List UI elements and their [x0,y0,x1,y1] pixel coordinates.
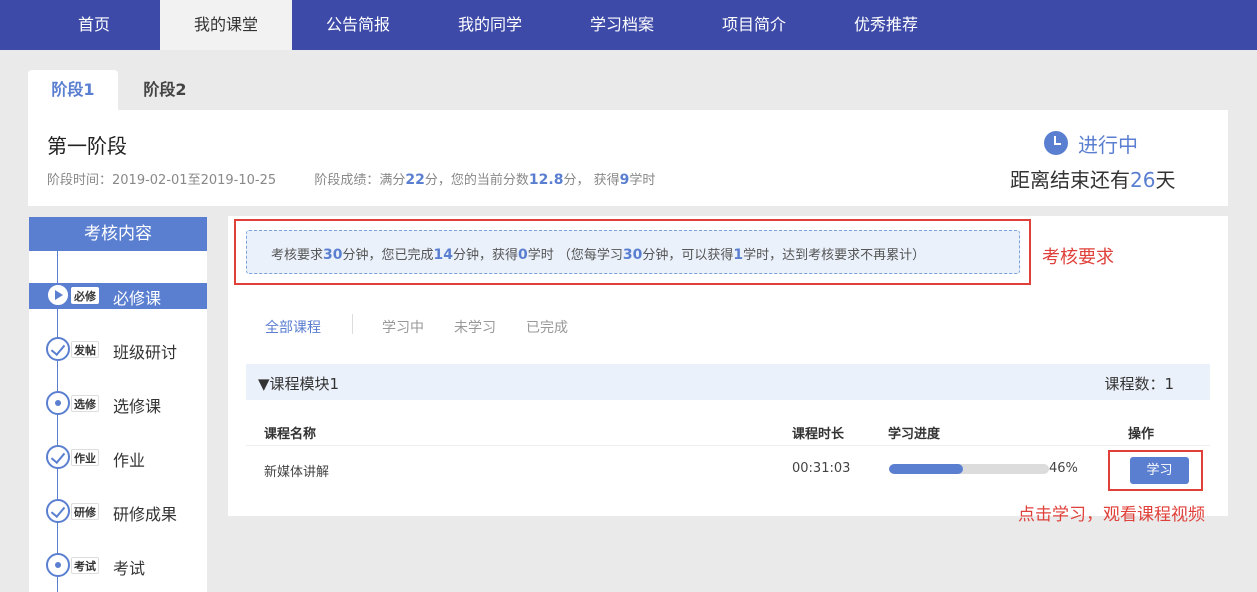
tab-stage-1[interactable]: 阶段1 [28,70,118,110]
stage-status-text: 进行中 [1078,132,1138,157]
nav-item-my-classroom[interactable]: 我的课堂 [160,0,292,50]
stage-countdown: 距离结束还有26天 [1010,164,1175,193]
filter-all-courses[interactable]: 全部课程 [265,317,321,337]
sidebar-item-class-discussion[interactable]: 发帖 班级研讨 [29,337,207,363]
requirement-highlight-frame [234,219,1031,285]
dot-icon [46,391,70,415]
filter-not-started[interactable]: 未学习 [454,317,496,337]
sidebar-item-tag: 必修 [71,287,99,304]
stage-time-value: 2019-02-01至2019-10-25 [112,173,277,188]
sidebar-item-tag: 考试 [71,557,99,574]
nav-item-recommendations[interactable]: 优秀推荐 [820,0,952,50]
nav-item-classmates[interactable]: 我的同学 [424,0,556,50]
sidebar-item-research-results[interactable]: 研修 研修成果 [29,499,207,525]
dot-icon [46,553,70,577]
sidebar-item-label: 作业 [113,451,146,470]
filter-in-progress[interactable]: 学习中 [382,317,424,337]
sidebar-item-label: 选修课 [113,397,162,416]
module-course-count: 课程数：1 [1104,375,1174,393]
filter-completed[interactable]: 已完成 [526,317,568,337]
sidebar-item-label: 班级研讨 [113,343,178,362]
filter-divider [352,314,353,334]
sidebar-item-homework[interactable]: 作业 作业 [29,445,207,471]
course-duration: 00:31:03 [792,461,851,476]
stage-status: 进行中 [1044,130,1138,157]
progress-bar [889,464,1049,474]
column-header-action: 操作 [1128,427,1155,442]
stage-full-score: 22 [405,172,425,188]
nav-item-learning-records[interactable]: 学习档案 [556,0,688,50]
stage-meta: 阶段时间：2019-02-01至2019-10-25 阶段成绩：满分22分，您的… [47,169,655,188]
nav-item-announcements[interactable]: 公告简报 [292,0,424,50]
stage-score-mid2: 分， 获得 [563,173,620,188]
study-annotation: 点击学习，观看课程视频 [1018,505,1205,525]
stage-info-card: 第一阶段 阶段时间：2019-02-01至2019-10-25 阶段成绩：满分2… [28,110,1228,206]
progress-bar-fill [889,464,963,474]
study-button-highlight-frame [1108,450,1203,491]
stage-title: 第一阶段 [47,134,127,158]
requirement-annotation: 考核要求 [1042,247,1114,268]
module-name: ▼课程模块1 [258,375,340,393]
stage-score-suffix: 学时 [629,173,656,188]
sidebar-item-required-course[interactable]: 必修 必修课 [29,283,207,309]
stage-score-prefix: 阶段成绩：满分 [314,173,406,188]
table-divider [246,445,1210,446]
clock-icon [1044,131,1068,155]
check-icon [46,445,70,469]
sidebar-item-tag: 发帖 [71,341,99,358]
tab-stage-2[interactable]: 阶段2 [120,70,210,110]
nav-item-home[interactable]: 首页 [28,0,160,50]
play-icon [46,283,70,307]
sidebar-item-elective-course[interactable]: 选修 选修课 [29,391,207,417]
sidebar-item-label: 考试 [113,559,146,578]
sidebar-title: 考核内容 [29,217,207,251]
check-icon [46,337,70,361]
stage-current-score: 12.8 [528,172,564,188]
column-header-progress: 学习进度 [888,427,941,442]
assessment-sidebar: 考核内容 必修 必修课 发帖 班级研讨 选修 选修课 作业 作业 研修 研修成果… [29,217,207,592]
countdown-days: 26 [1130,168,1156,192]
countdown-suffix: 天 [1155,168,1176,192]
course-module-header[interactable]: ▼课程模块1 课程数：1 [246,364,1210,400]
sidebar-item-label: 研修成果 [113,505,178,524]
check-icon [46,499,70,523]
stage-score-mid: 分，您的当前分数 [424,173,529,188]
sidebar-item-tag: 作业 [71,449,99,466]
sidebar-item-label: 必修课 [113,289,162,308]
stage-hours: 9 [619,172,630,188]
sidebar-item-tag: 选修 [71,395,99,412]
sidebar-item-exam[interactable]: 考试 考试 [29,553,207,579]
countdown-prefix: 距离结束还有 [1010,168,1130,192]
column-header-name: 课程名称 [264,427,317,442]
sidebar-item-tag: 研修 [71,503,99,520]
progress-percent: 46% [1049,461,1078,476]
column-header-duration: 课程时长 [792,427,845,442]
stage-time-label: 阶段时间： [47,173,113,188]
course-name: 新媒体讲解 [264,465,330,480]
top-nav: 首页 我的课堂 公告简报 我的同学 学习档案 项目简介 优秀推荐 [0,0,1257,50]
nav-item-project-intro[interactable]: 项目简介 [688,0,820,50]
